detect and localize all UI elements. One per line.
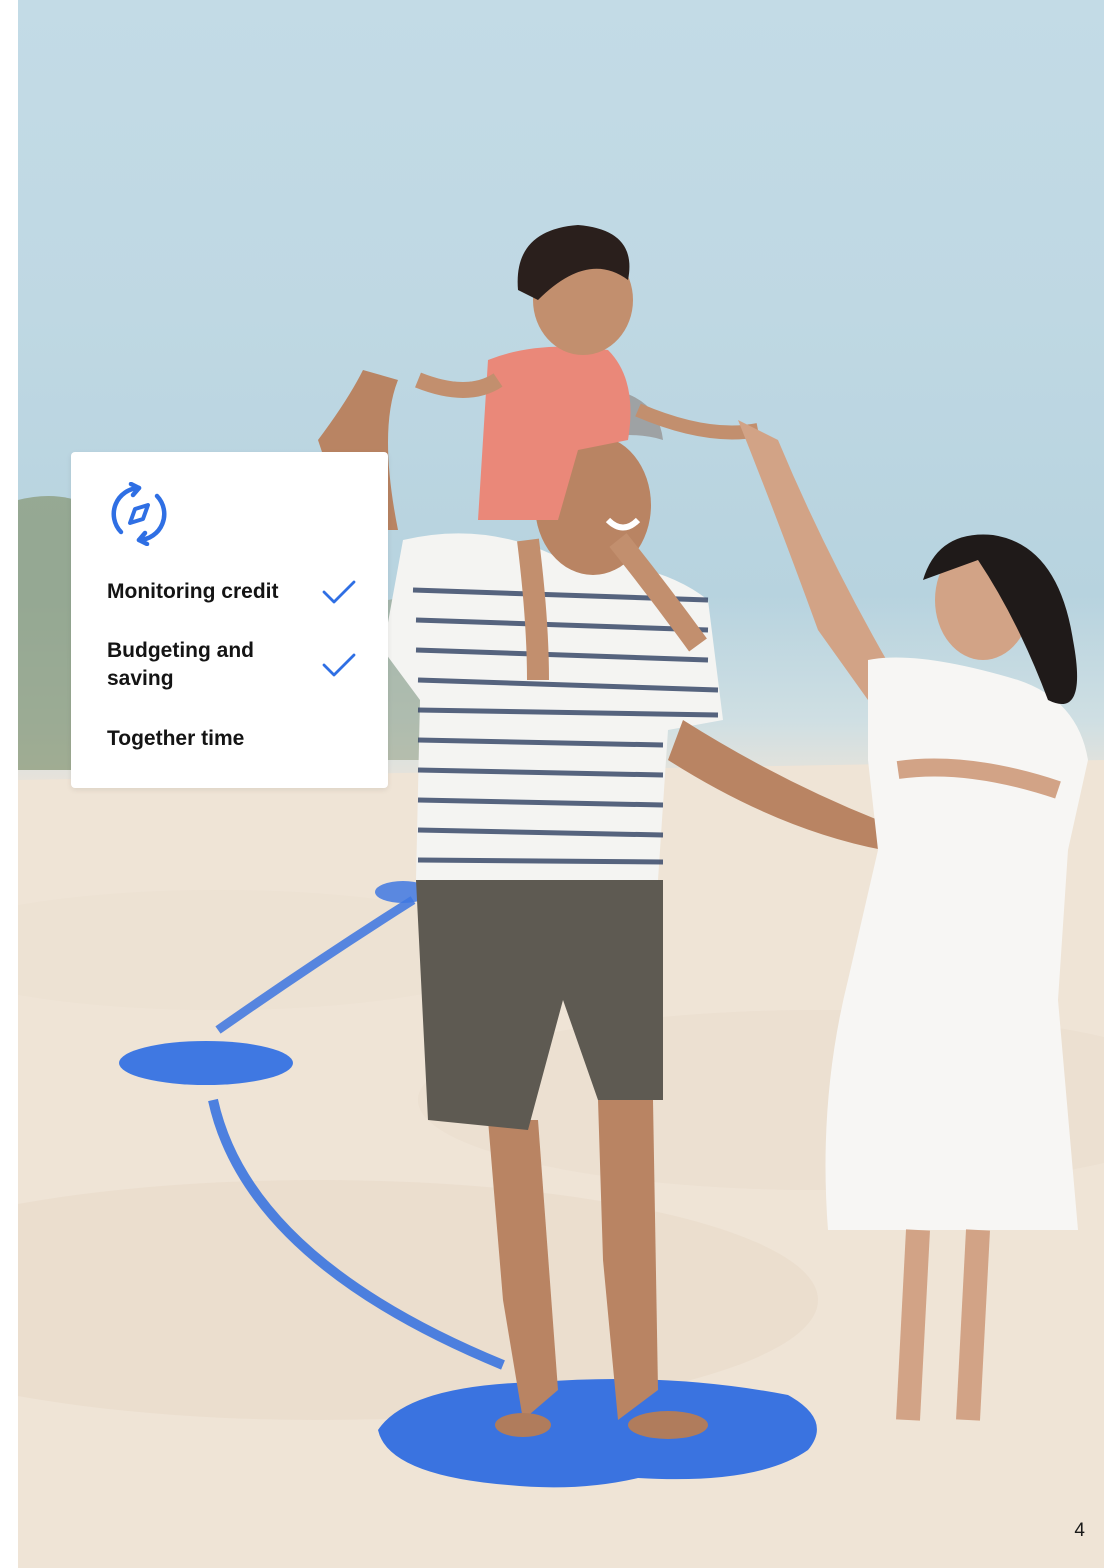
checklist-item-label: Budgeting and saving [107, 639, 254, 690]
woman-arm-raised [738, 420, 898, 700]
compass-sync-icon [107, 481, 171, 547]
path-spot-mid [119, 1041, 293, 1085]
checklist-item-label: Monitoring credit [107, 580, 279, 603]
woman-dress [825, 657, 1088, 1230]
checklist-item: Together time [107, 725, 357, 753]
checklist-item: Budgeting and saving [107, 637, 357, 693]
path-spot-near [378, 1378, 817, 1488]
brochure-page: Monitoring credit Budgeting and saving T… [0, 0, 1104, 1568]
checklist-card: Monitoring credit Budgeting and saving T… [71, 452, 388, 788]
page-number: 4 [1074, 1520, 1085, 1541]
checklist-item: Monitoring credit [107, 574, 357, 610]
checkmark-icon [321, 574, 357, 610]
checkmark-icon [321, 647, 357, 683]
checklist-item-label: Together time [107, 727, 245, 750]
